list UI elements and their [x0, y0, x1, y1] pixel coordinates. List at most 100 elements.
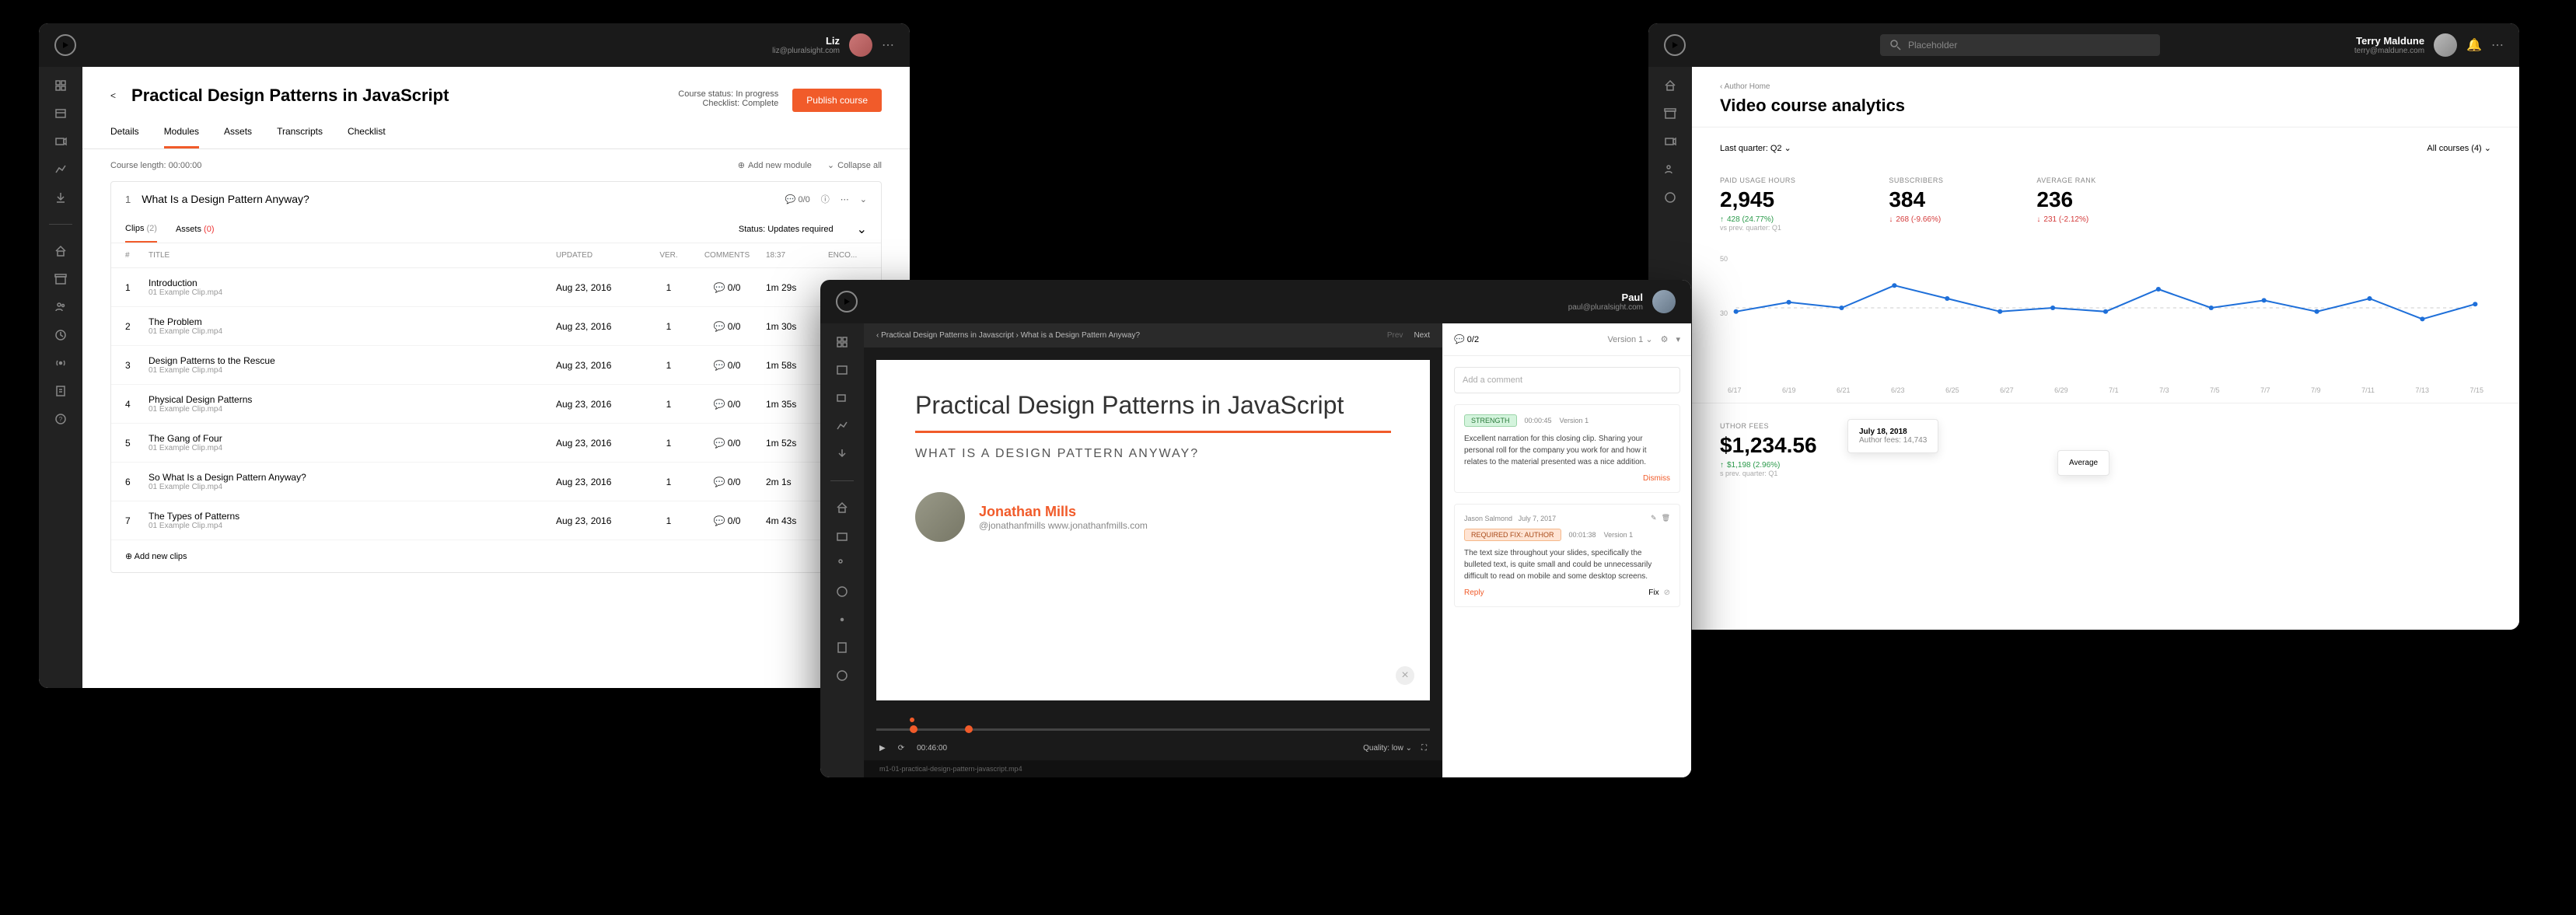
edit-icon[interactable]: ✎ — [1651, 514, 1657, 522]
module-card: 1 What Is a Design Pattern Anyway? 💬 0/0… — [110, 181, 882, 573]
table-row[interactable]: 2 The Problem01 Example Clip.mp4 Aug 23,… — [111, 307, 881, 346]
add-module-button[interactable]: ⊕ Add new module — [738, 160, 812, 170]
avatar[interactable] — [2434, 33, 2457, 57]
sidebar-archive-icon[interactable] — [54, 273, 67, 285]
sidebar-help-icon[interactable] — [836, 669, 848, 682]
logo[interactable] — [54, 34, 76, 56]
sort-icon[interactable]: ▾ — [1676, 334, 1680, 344]
sidebar-doc-icon[interactable] — [836, 641, 848, 654]
sidebar-archive-icon[interactable] — [1664, 107, 1676, 120]
sidebar-list-icon[interactable] — [836, 364, 848, 376]
fix-chip: REQUIRED FIX: AUTHOR — [1464, 529, 1561, 541]
table-row[interactable]: 3 Design Patterns to the Rescue01 Exampl… — [111, 346, 881, 385]
sidebar-people-icon[interactable] — [54, 301, 67, 313]
tab-details[interactable]: Details — [110, 126, 139, 148]
sidebar-people-icon[interactable] — [836, 557, 848, 570]
sidebar-list-icon[interactable] — [54, 107, 67, 120]
sidebar-video-icon[interactable] — [54, 135, 67, 148]
delete-icon[interactable]: 🗑 — [1662, 514, 1670, 522]
comment-icon[interactable]: 💬 0/0 — [785, 194, 810, 204]
fullscreen-icon[interactable]: ⛶ — [1421, 744, 1427, 753]
sidebar-grid-icon[interactable] — [836, 336, 848, 348]
version-selector[interactable]: Version 1 ⌄ — [1607, 334, 1652, 344]
tab-checklist[interactable]: Checklist — [348, 126, 386, 148]
author-handle: @jonathanfmills www.jonathanfmills.com — [979, 520, 1148, 531]
avg-label: Average — [2057, 450, 2109, 476]
sidebar-download-icon[interactable] — [54, 191, 67, 204]
prev-button[interactable]: Prev — [1387, 331, 1403, 340]
breadcrumb[interactable]: ‹ Practical Design Patterns in Javascrip… — [876, 331, 1140, 340]
collapse-all-button[interactable]: ⌄ Collapse all — [827, 160, 882, 170]
subtab-clips[interactable]: Clips (2) — [125, 216, 157, 243]
sidebar-download-icon[interactable] — [836, 448, 848, 460]
sidebar-home-icon[interactable] — [1664, 79, 1676, 92]
sidebar-help-icon[interactable] — [1664, 191, 1676, 204]
logo[interactable] — [1664, 34, 1686, 56]
back-button[interactable]: < — [110, 90, 116, 101]
user-name: Terry Maldune — [2354, 35, 2424, 47]
notification-icon[interactable]: 🔔 — [2466, 37, 2482, 53]
table-row[interactable]: 1 Introduction01 Example Clip.mp4 Aug 23… — [111, 268, 881, 307]
dismiss-link[interactable]: Dismiss — [1643, 474, 1670, 483]
info-icon[interactable]: ⓘ — [821, 193, 830, 205]
tab-transcripts[interactable]: Transcripts — [277, 126, 323, 148]
table-row[interactable]: 7 The Types of Patterns01 Example Clip.m… — [111, 501, 881, 540]
add-clips-button[interactable]: ⊕ Add new clips — [125, 551, 187, 561]
logo[interactable] — [836, 291, 858, 313]
fix-button[interactable]: Fix ⊘ — [1648, 588, 1670, 597]
avatar[interactable] — [849, 33, 872, 57]
filter-courses[interactable]: All courses (4) ⌄ — [2427, 143, 2491, 153]
chevron-down-icon[interactable]: ⌄ — [860, 194, 867, 204]
reply-link[interactable]: Reply — [1464, 588, 1484, 597]
search-input[interactable]: Placeholder — [1880, 34, 2160, 56]
sidebar-video-icon[interactable] — [836, 392, 848, 404]
sidebar-grid-icon[interactable] — [54, 79, 67, 92]
analytics-title: Video course analytics — [1720, 96, 2491, 116]
play-icon[interactable]: ▶ — [879, 744, 886, 753]
analytics-window: Placeholder Terry Maldune terry@maldune.… — [1648, 23, 2519, 630]
sidebar-clock-icon[interactable] — [54, 329, 67, 341]
publish-button[interactable]: Publish course — [792, 89, 882, 112]
sidebar-chart-icon[interactable] — [54, 163, 67, 176]
table-row[interactable]: 6 So What Is a Design Pattern Anyway?01 … — [111, 463, 881, 501]
sidebar-help-icon[interactable]: ? — [54, 413, 67, 425]
line-chart: 50 30 6/176/196/216/236/256/276/297/17/3… — [1692, 247, 2519, 403]
tab-assets[interactable]: Assets — [224, 126, 252, 148]
subtab-assets[interactable]: Assets (0) — [176, 217, 215, 242]
avatar[interactable] — [1652, 290, 1676, 313]
more-menu-icon[interactable]: ⋯ — [882, 37, 894, 53]
more-menu-icon[interactable]: ⋯ — [2491, 37, 2504, 53]
sidebar-doc-icon[interactable] — [54, 385, 67, 397]
filter-quarter[interactable]: Last quarter: Q2 ⌄ — [1720, 143, 1791, 153]
sidebar-people-icon[interactable] — [1664, 163, 1676, 176]
loop-icon[interactable]: ⟳ — [898, 744, 904, 753]
sidebar-clock-icon[interactable] — [836, 585, 848, 598]
sidebar-broadcast-icon[interactable] — [836, 613, 848, 626]
course-length: Course length: 00:00:00 — [110, 161, 201, 170]
chevron-down-icon[interactable]: ⌄ — [857, 222, 867, 237]
tab-modules[interactable]: Modules — [164, 126, 199, 148]
sidebar-video-icon[interactable] — [1664, 135, 1676, 148]
table-row[interactable]: 5 The Gang of Four01 Example Clip.mp4 Au… — [111, 424, 881, 463]
quality-selector[interactable]: Quality: low ⌄ — [1363, 744, 1412, 753]
filter-icon[interactable]: ⚙ — [1661, 334, 1669, 344]
back-link[interactable]: ‹ Author Home — [1720, 82, 2491, 91]
sidebar-chart-icon[interactable] — [836, 420, 848, 432]
next-button[interactable]: Next — [1414, 331, 1430, 340]
user-email: terry@maldune.com — [2354, 47, 2424, 55]
sidebar-home-icon[interactable] — [836, 501, 848, 514]
slide-close-icon[interactable]: × — [1396, 666, 1414, 685]
slide-subtitle: WHAT IS A DESIGN PATTERN ANYWAY? — [915, 447, 1391, 461]
more-icon[interactable]: ⋯ — [841, 194, 849, 204]
user-name: Paul — [1568, 292, 1643, 303]
svg-text:?: ? — [59, 416, 63, 423]
user-email: liz@pluralsight.com — [772, 47, 840, 55]
table-row[interactable]: 4 Physical Design Patterns01 Example Cli… — [111, 385, 881, 424]
sidebar-archive-icon[interactable] — [836, 529, 848, 542]
chart-tooltip: July 18, 2018 Author fees: 14,743 — [1847, 419, 1938, 453]
sidebar-home-icon[interactable] — [54, 245, 67, 257]
sidebar-broadcast-icon[interactable] — [54, 357, 67, 369]
add-comment-input[interactable]: Add a comment — [1454, 367, 1680, 393]
timeline[interactable] — [876, 713, 1430, 736]
module-number: 1 — [125, 194, 131, 205]
